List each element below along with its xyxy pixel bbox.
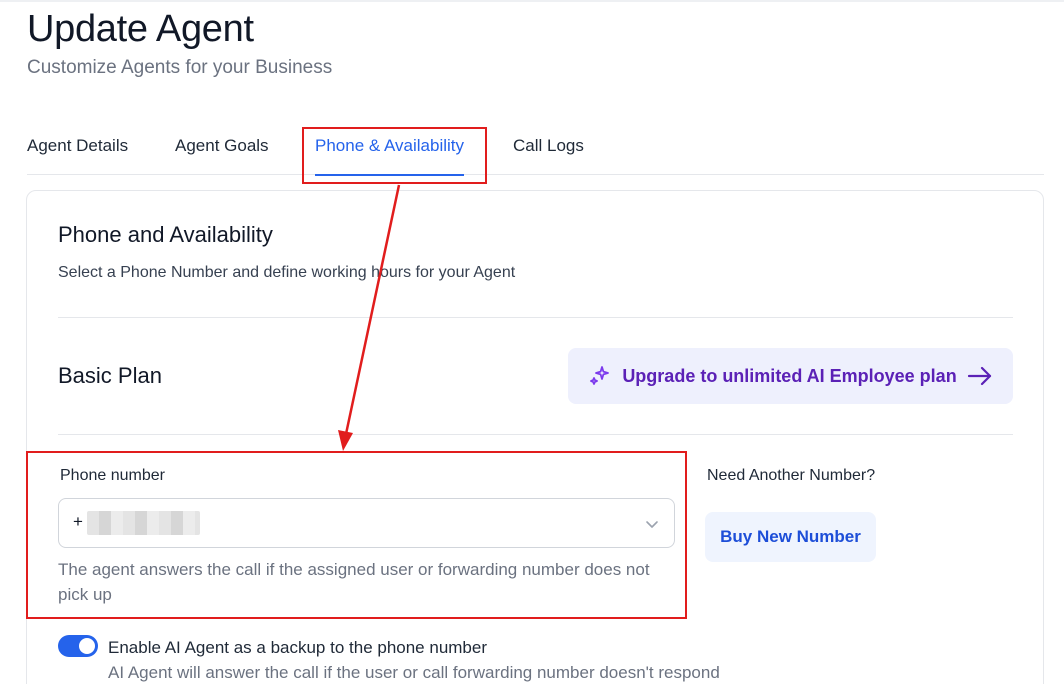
tab-agent-details[interactable]: Agent Details [27, 136, 128, 175]
update-agent-page: Update Agent Customize Agents for your B… [0, 0, 1064, 684]
phone-number-prefix: + [73, 512, 83, 531]
backup-toggle-label: Enable AI Agent as a backup to the phone… [108, 638, 488, 657]
page-title: Update Agent [27, 8, 254, 50]
masked-phone-number [87, 511, 200, 535]
upgrade-plan-label: Upgrade to unlimited AI Employee plan [622, 365, 957, 386]
upgrade-plan-button[interactable]: Upgrade to unlimited AI Employee plan [568, 348, 1013, 404]
section-description: Select a Phone Number and define working… [58, 264, 516, 281]
chevron-down-icon [646, 521, 658, 528]
page-subtitle: Customize Agents for your Business [27, 57, 333, 78]
active-tab-underline [315, 174, 465, 176]
phone-availability-card: Phone and Availability Select a Phone Nu… [26, 190, 1044, 684]
tab-phone-availability[interactable]: Phone & Availability [315, 136, 465, 176]
need-another-number-label: Need Another Number? [707, 467, 876, 484]
backup-toggle-description: AI Agent will answer the call if the use… [108, 663, 720, 682]
phone-number-helper-text: The agent answers the call if the assign… [58, 560, 650, 604]
toggle-knob [79, 638, 95, 654]
plan-title: Basic Plan [58, 363, 162, 388]
top-border [0, 0, 1064, 2]
phone-number-label: Phone number [60, 467, 165, 484]
backup-toggle[interactable] [58, 635, 98, 657]
buy-new-number-button[interactable]: Buy New Number [705, 512, 876, 562]
divider [58, 317, 1013, 318]
phone-number-select[interactable]: + [58, 498, 675, 548]
sparkles-icon [590, 366, 610, 385]
arrow-right-icon [967, 366, 991, 386]
tab-bar: Agent Details Agent Goals Phone & Availa… [27, 136, 1044, 176]
tab-phone-availability-label: Phone & Availability [315, 136, 465, 155]
divider [58, 434, 1013, 435]
section-title: Phone and Availability [58, 222, 273, 247]
tab-agent-goals[interactable]: Agent Goals [175, 136, 269, 175]
tab-call-logs[interactable]: Call Logs [513, 136, 584, 175]
